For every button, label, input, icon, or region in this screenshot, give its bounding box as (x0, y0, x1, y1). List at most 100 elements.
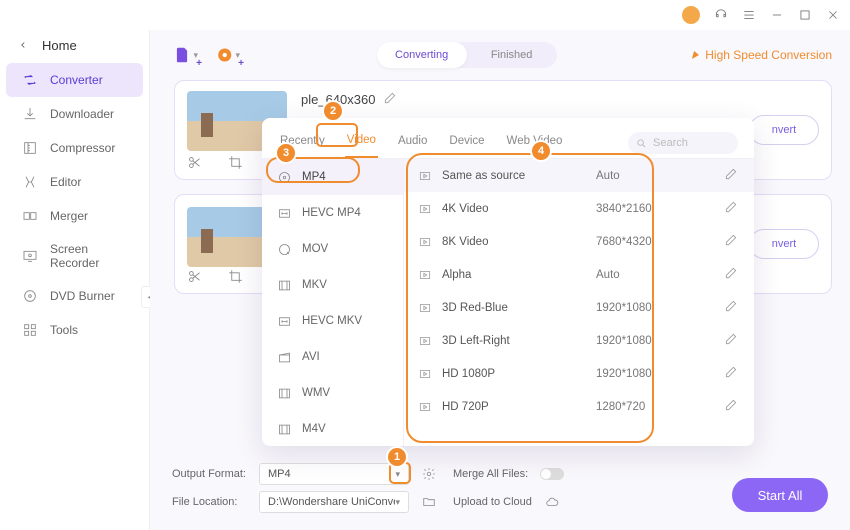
pencil-icon[interactable] (724, 299, 738, 316)
menu-icon[interactable] (742, 8, 756, 22)
annotation-badge-3: 3 (275, 142, 297, 164)
format-item-avi[interactable]: AVI (262, 339, 403, 375)
maximize-icon[interactable] (798, 8, 812, 22)
sidebar-item-editor[interactable]: Editor (6, 165, 143, 199)
pencil-icon[interactable] (724, 266, 738, 283)
film-icon (276, 277, 292, 293)
merge-files-toggle[interactable] (540, 468, 564, 480)
trim-icon[interactable] (187, 269, 202, 287)
file-location-select[interactable]: D:\Wondershare UniConverter 1 ▾ (259, 491, 409, 513)
card-tools (187, 269, 243, 287)
format-item-mkv[interactable]: MKV (262, 267, 403, 303)
sidebar-item-label: Screen Recorder (50, 242, 127, 270)
clapper-icon (276, 349, 292, 365)
crop-icon[interactable] (228, 269, 243, 287)
gear-icon[interactable] (421, 466, 437, 482)
tab-converting[interactable]: Converting (377, 42, 467, 68)
home-label: Home (42, 38, 77, 53)
tab-device[interactable]: Device (447, 129, 486, 157)
preset-row[interactable]: HD 720P 1280*720 (404, 390, 754, 423)
cloud-icon[interactable] (544, 494, 560, 510)
sidebar-item-screenrecorder[interactable]: Screen Recorder (6, 233, 143, 279)
sidebar-item-label: Tools (50, 323, 78, 337)
preset-row[interactable]: 3D Red-Blue 1920*1080 (404, 291, 754, 324)
format-item-m4v[interactable]: M4V (262, 411, 403, 446)
output-format-select[interactable]: MP4 ▾ (259, 463, 409, 485)
bottom-bar: Output Format: MP4 ▾ Merge All Files: Fi… (150, 450, 850, 530)
tab-finished[interactable]: Finished (467, 42, 557, 68)
segmented-control: Converting Finished (377, 42, 557, 68)
format-list: MP4 HEVC MP4 MOV MKV HEVC MKV AVI (262, 159, 404, 446)
close-icon[interactable] (826, 8, 840, 22)
sidebar-item-merger[interactable]: Merger (6, 199, 143, 233)
sidebar-item-label: Downloader (50, 107, 114, 121)
pencil-icon[interactable] (383, 91, 397, 108)
merge-files-label: Merge All Files: (453, 468, 528, 480)
format-item-mp4[interactable]: MP4 (262, 159, 403, 195)
sidebar-item-dvdburner[interactable]: DVD Burner (6, 279, 143, 313)
sidebar-item-converter[interactable]: Converter (6, 63, 143, 97)
preset-row[interactable]: 4K Video 3840*2160 (404, 192, 754, 225)
popup-tabs: Recently Video Audio Device Web Video Se… (262, 118, 754, 159)
upload-to-cloud-label: Upload to Cloud (453, 496, 532, 508)
titlebar (0, 0, 850, 30)
sidebar-item-label: Converter (50, 73, 103, 87)
sidebar-item-label: DVD Burner (50, 289, 115, 303)
tab-video[interactable]: Video (345, 128, 378, 158)
preset-row[interactable]: Same as source Auto (404, 159, 754, 192)
pencil-icon[interactable] (724, 200, 738, 217)
preset-row[interactable]: 8K Video 7680*4320 (404, 225, 754, 258)
preset-row[interactable]: Alpha Auto (404, 258, 754, 291)
quicktime-icon (276, 241, 292, 257)
chevron-left-icon (18, 38, 28, 53)
folder-icon[interactable] (421, 494, 437, 510)
preset-list: Same as source Auto 4K Video 3840*2160 8… (404, 159, 754, 446)
film-icon (276, 421, 292, 437)
start-all-button[interactable]: Start All (732, 478, 828, 512)
convert-button[interactable]: nvert (749, 115, 819, 145)
sidebar-item-label: Compressor (50, 141, 115, 155)
disc-icon (276, 169, 292, 185)
avatar[interactable] (682, 6, 700, 24)
add-file-button[interactable]: +▾ (174, 43, 198, 67)
format-item-wmv[interactable]: WMV (262, 375, 403, 411)
output-format-label: Output Format: (172, 468, 247, 480)
crop-icon[interactable] (228, 155, 243, 173)
preset-row[interactable]: 3D Left-Right 1920*1080 (404, 324, 754, 357)
convert-button[interactable]: nvert (749, 229, 819, 259)
headset-icon[interactable] (714, 8, 728, 22)
chevron-down-icon: ▾ (395, 469, 400, 480)
pencil-icon[interactable] (724, 365, 738, 382)
tab-audio[interactable]: Audio (396, 129, 429, 157)
preset-row[interactable]: HD 1080P 1920*1080 (404, 357, 754, 390)
add-dvd-button[interactable]: +▾ (216, 43, 240, 67)
format-item-hevcmp4[interactable]: HEVC MP4 (262, 195, 403, 231)
trim-icon[interactable] (187, 155, 202, 173)
sidebar: Home Converter Downloader Compressor Edi… (0, 30, 150, 530)
pencil-icon[interactable] (724, 398, 738, 415)
high-speed-conversion-toggle[interactable]: High Speed Conversion (693, 48, 832, 62)
hevc-icon (276, 205, 292, 221)
sidebar-item-label: Merger (50, 209, 88, 223)
format-popup: Recently Video Audio Device Web Video Se… (262, 118, 754, 446)
format-item-hevcmkv[interactable]: HEVC MKV (262, 303, 403, 339)
home-nav[interactable]: Home (0, 30, 149, 63)
pencil-icon[interactable] (724, 233, 738, 250)
sidebar-item-compressor[interactable]: Compressor (6, 131, 143, 165)
card-tools (187, 155, 243, 173)
sidebar-item-tools[interactable]: Tools (6, 313, 143, 347)
hevc-icon (276, 313, 292, 329)
sidebar-item-label: Editor (50, 175, 81, 189)
annotation-badge-2: 2 (322, 100, 344, 122)
file-location-label: File Location: (172, 496, 247, 508)
annotation-badge-4: 4 (530, 140, 552, 162)
sidebar-item-downloader[interactable]: Downloader (6, 97, 143, 131)
search-input[interactable]: Search (628, 132, 738, 154)
format-item-mov[interactable]: MOV (262, 231, 403, 267)
film-icon (276, 385, 292, 401)
pencil-icon[interactable] (724, 332, 738, 349)
pencil-icon[interactable] (724, 167, 738, 184)
minimize-icon[interactable] (770, 8, 784, 22)
chevron-down-icon: ▾ (395, 497, 400, 508)
annotation-badge-1: 1 (386, 446, 408, 468)
